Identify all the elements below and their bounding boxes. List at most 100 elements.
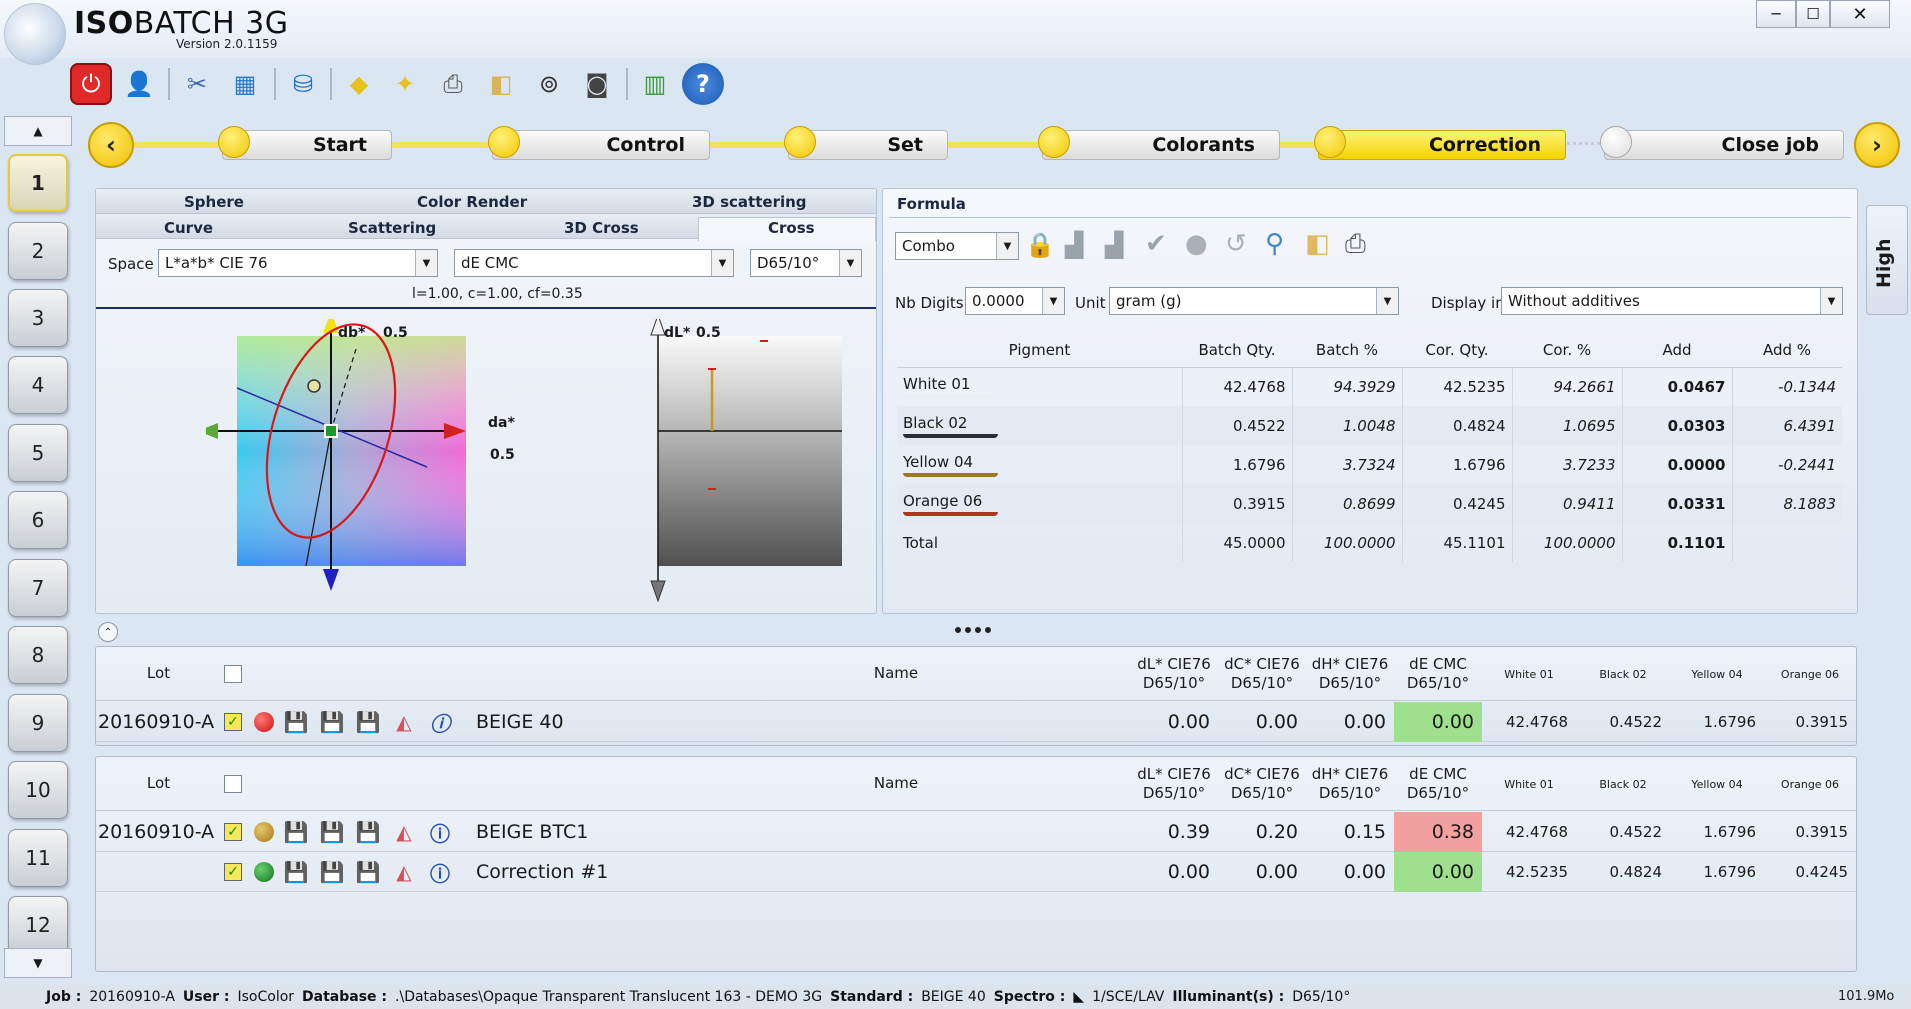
splitter-handle[interactable] [955, 627, 991, 633]
power-icon[interactable]: ⏻ [70, 63, 112, 105]
check-icon[interactable]: ✔ [1145, 229, 1167, 259]
unit-select[interactable]: gram (g) ▼ [1109, 287, 1399, 315]
col-white: White 01 [1504, 668, 1554, 681]
sidebar-scroll-down[interactable]: ▼ [4, 948, 72, 978]
add: 0.0467 [1621, 367, 1732, 406]
da-axis-label: da* [488, 415, 515, 431]
wizard-prev-button[interactable]: ‹ [88, 122, 134, 168]
black-cell: 0.4824 [1609, 863, 1663, 881]
sidebar-scroll-up[interactable]: ▲ [4, 116, 72, 146]
dl-lightness-field [658, 336, 842, 566]
save-icon[interactable]: 💾 [282, 860, 310, 884]
minimize-button[interactable]: ─ [1756, 0, 1796, 28]
help-icon[interactable]: ? [682, 63, 724, 105]
formula-row-white[interactable]: White 01 42.4768 94.3929 42.5235 94.2661… [897, 367, 1842, 406]
save-as-icon[interactable]: 💾 [318, 860, 346, 884]
save-warning-icon[interactable]: 💾 [354, 860, 382, 884]
illuminant-select[interactable]: D65/10° ▼ [750, 249, 862, 277]
save-as-icon[interactable]: 💾 [318, 820, 346, 844]
sidebar-item-8[interactable]: 8 [8, 626, 68, 684]
nb-digits-select[interactable]: 0.0000 ▼ [965, 287, 1065, 315]
combo-select[interactable]: Combo ▼ [895, 232, 1019, 260]
row-checkbox[interactable]: ✓ [224, 863, 242, 881]
eraser-icon[interactable]: ◭ [390, 710, 418, 734]
info-icon[interactable]: ⓘ [426, 818, 454, 847]
tab-3d-scattering[interactable]: 3D scattering [692, 193, 807, 211]
sidebar-item-11[interactable]: 11 [8, 829, 68, 887]
bar-chart-icon[interactable]: ▟ [1065, 231, 1083, 259]
tools-icon[interactable]: ✂ [176, 63, 218, 105]
binoculars-icon[interactable]: ⊚ [528, 63, 570, 105]
tab-3d-cross[interactable]: 3D Cross [564, 219, 639, 237]
delta-formula-select[interactable]: dE CMC ▼ [454, 249, 734, 277]
row-checkbox[interactable]: ✓ [224, 713, 242, 731]
eraser-icon[interactable]: ◭ [390, 820, 418, 844]
space-select[interactable]: L*a*b* CIE 76 ▼ [158, 249, 438, 277]
collapse-panel-button[interactable]: ⌃ [98, 622, 118, 642]
formula-row-orange[interactable]: Orange 06 0.3915 0.8699 0.4245 0.9411 0.… [897, 484, 1842, 523]
sidebar-item-12[interactable]: 12 [8, 896, 68, 954]
sidebar-item-10[interactable]: 10 [8, 761, 68, 819]
high-side-tab[interactable]: High [1866, 205, 1908, 315]
grid-icon[interactable]: ▦ [224, 63, 266, 105]
sidebar-item-7[interactable]: 7 [8, 559, 68, 617]
cor-qty: 0.4824 [1401, 406, 1512, 445]
formula-row-yellow[interactable]: Yellow 04 1.6796 3.7324 1.6796 3.7233 0.… [897, 445, 1842, 484]
camera-icon[interactable]: ◙ [576, 63, 618, 105]
maximize-button[interactable]: ☐ [1796, 0, 1830, 28]
add-pct: 6.4391 [1731, 406, 1842, 445]
info-icon[interactable]: ⓘ [426, 708, 454, 737]
pipette-icon[interactable]: ⚲ [1265, 229, 1284, 259]
col-yellow: Yellow 04 [1691, 668, 1743, 681]
wizard-step-colorants[interactable]: Colorants [1042, 130, 1280, 160]
user-icon[interactable]: 👤 [118, 63, 160, 105]
select-all-checkbox[interactable] [224, 775, 242, 793]
tab-color-render[interactable]: Color Render [417, 193, 527, 211]
printer-icon[interactable]: ⎙ [432, 63, 474, 105]
accept-circle-icon[interactable]: ● [1185, 229, 1208, 259]
formula-row-black[interactable]: Black 02 0.4522 1.0048 0.4824 1.0695 0.0… [897, 406, 1842, 445]
sidebar-item-9[interactable]: 9 [8, 694, 68, 752]
paper-icon[interactable]: ◧ [1305, 229, 1330, 259]
table-row[interactable]: 20160910-A ✓ 💾 💾 💾 ◭ ⓘ BEIGE BTC1 0.39 0… [96, 812, 1856, 852]
eraser-wand-icon[interactable]: ✦ [384, 63, 426, 105]
table-row[interactable]: ✓ 💾 💾 💾 ◭ ⓘ Correction #1 0.00 0.00 0.00… [96, 852, 1856, 892]
save-warning-icon[interactable]: 💾 [354, 710, 382, 734]
wizard-step-correction[interactable]: Correction [1318, 130, 1566, 160]
display-in-select[interactable]: Without additives ▼ [1501, 287, 1843, 315]
select-all-checkbox[interactable] [224, 665, 242, 683]
sidebar-item-6[interactable]: 6 [8, 491, 68, 549]
tab-curve[interactable]: Curve [164, 219, 213, 237]
save-warning-icon[interactable]: 💾 [354, 820, 382, 844]
database-icon[interactable]: ⛁ [282, 63, 324, 105]
eraser-icon[interactable]: ◭ [390, 860, 418, 884]
lock-icon[interactable]: 🔒 [1025, 231, 1055, 259]
save-as-icon[interactable]: 💾 [318, 710, 346, 734]
wizard-next-button[interactable]: › [1854, 122, 1900, 168]
paper-icon[interactable]: ◧ [480, 63, 522, 105]
row-checkbox[interactable]: ✓ [224, 823, 242, 841]
tab-sphere[interactable]: Sphere [184, 193, 244, 211]
cor-qty: 1.6796 [1401, 445, 1512, 484]
wizard-step-control[interactable]: Control [492, 130, 710, 160]
eraser-icon[interactable]: ◆ [338, 63, 380, 105]
sidebar-item-2[interactable]: 2 [8, 222, 68, 280]
sidebar-item-1[interactable]: 1 [8, 154, 68, 212]
save-icon[interactable]: 💾 [282, 710, 310, 734]
printer-icon[interactable]: ⎙ [1345, 229, 1366, 260]
undo-circle-icon[interactable]: ↺ [1225, 229, 1247, 259]
info-icon[interactable]: ⓘ [426, 858, 454, 887]
book-icon[interactable]: ▥ [634, 63, 676, 105]
close-button[interactable]: ✕ [1830, 0, 1890, 28]
wizard-step-close-job[interactable]: Close job [1604, 130, 1844, 160]
table-row[interactable]: 20160910-A ✓ 💾 💾 💾 ◭ ⓘ BEIGE 40 0.00 0.0… [96, 702, 1856, 742]
sidebar-item-4[interactable]: 4 [8, 356, 68, 414]
illuminant-value: D65/10° [1292, 989, 1351, 1005]
sidebar-item-5[interactable]: 5 [8, 424, 68, 482]
save-icon[interactable]: 💾 [282, 820, 310, 844]
tab-cross[interactable]: Cross [768, 219, 815, 237]
sidebar-item-3[interactable]: 3 [8, 289, 68, 347]
bar-chart-alt-icon[interactable]: ▟ [1105, 231, 1123, 259]
tab-scattering[interactable]: Scattering [348, 219, 436, 237]
da-axis-max: 0.5 [490, 447, 515, 463]
